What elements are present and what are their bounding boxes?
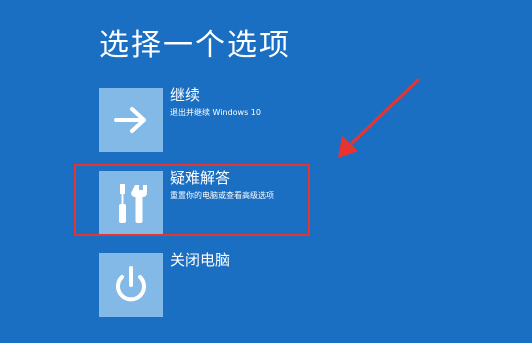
shutdown-option[interactable]: 关闭电脑 [99, 251, 359, 318]
shutdown-tile[interactable] [99, 253, 163, 317]
highlight-box [74, 164, 310, 236]
arrow-right-icon [114, 107, 146, 133]
continue-option[interactable]: 继续 退出并继续 Windows 10 [99, 86, 359, 153]
page-title: 选择一个选项 [99, 28, 291, 63]
power-icon [116, 266, 146, 302]
continue-tile[interactable] [99, 88, 163, 152]
shutdown-label: 关闭电脑 [170, 251, 231, 269]
continue-description: 退出并继续 Windows 10 [170, 108, 261, 117]
continue-label: 继续 [170, 86, 201, 104]
